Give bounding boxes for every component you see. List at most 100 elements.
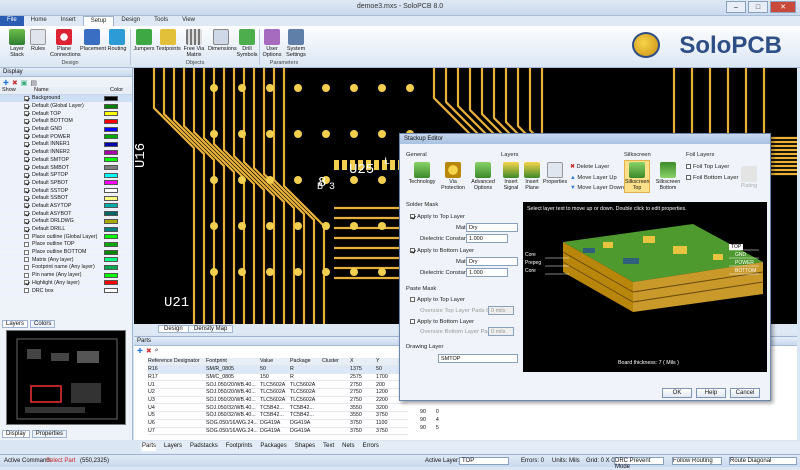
layer-visibility-checkbox[interactable] <box>24 126 29 132</box>
layer-row[interactable]: Default INNER1 <box>0 141 132 149</box>
insert-plane-button[interactable]: Insert Plane <box>523 162 541 191</box>
tab-padstacks[interactable]: Padstacks <box>190 443 218 451</box>
layer-row[interactable]: Background <box>0 95 132 103</box>
ok-button[interactable]: OK <box>662 388 692 398</box>
preview-label-gnd[interactable]: GND <box>735 252 746 258</box>
layer-visibility-checkbox[interactable] <box>24 111 29 117</box>
layer-row[interactable]: Default SPBOT <box>0 180 132 188</box>
options-icon[interactable]: ▤ <box>30 79 37 87</box>
foil-bottom-checkbox[interactable] <box>686 175 691 180</box>
dimensions-button[interactable]: Dimensions <box>208 29 237 52</box>
free-via-matrix-button[interactable]: Free Via Matrix <box>182 29 206 58</box>
stackup-preview[interactable]: Select layer text to move up or down. Do… <box>523 202 767 372</box>
maximize-button[interactable]: □ <box>748 1 768 13</box>
tab-errors[interactable]: Errors <box>362 443 378 451</box>
help-button[interactable]: Help <box>696 388 726 398</box>
layer-row[interactable]: Default SMBOT <box>0 164 132 172</box>
layer-row[interactable]: Default BOTTOM <box>0 118 132 126</box>
move-layer-up-action[interactable]: ▲ Move Layer Up <box>570 175 617 181</box>
insert-signal-button[interactable]: Insert Signal <box>501 162 521 191</box>
tab-tools[interactable]: Tools <box>147 16 175 26</box>
rules-button[interactable]: Rules <box>29 29 47 52</box>
paste-bottom-checkbox[interactable] <box>410 319 415 324</box>
layer-color-swatch[interactable] <box>104 288 118 294</box>
plane-connections-button[interactable]: Plane Connections <box>50 29 81 58</box>
layer-color-swatch[interactable] <box>104 134 118 140</box>
solder-apply-top[interactable]: Apply to Top Layer <box>410 214 465 220</box>
layer-color-swatch[interactable] <box>104 241 118 247</box>
preview-label-left[interactable]: Core <box>525 252 536 258</box>
layer-row[interactable]: Matrix (Any layer) <box>0 256 132 265</box>
tab-text[interactable]: Text <box>323 443 334 451</box>
delete-layer-action[interactable]: ✖ Delete Layer <box>570 164 609 170</box>
tab-properties[interactable]: Properties <box>31 430 68 438</box>
layer-color-swatch[interactable] <box>104 226 118 232</box>
tab-footprints[interactable]: Footprints <box>226 443 253 451</box>
layer-row[interactable]: Default INNER2 <box>0 149 132 157</box>
save-icon[interactable]: ▣ <box>21 79 28 87</box>
foil-top-option[interactable]: Foil Top Layer <box>686 164 729 170</box>
layer-row[interactable]: Default SSBOT <box>0 195 132 203</box>
tab-parts[interactable]: Parts <box>142 443 157 451</box>
layer-color-swatch[interactable] <box>104 172 118 178</box>
via-protection-button[interactable]: Via Protection <box>440 162 466 191</box>
user-options-button[interactable]: User Options <box>261 29 283 58</box>
layer-visibility-checkbox[interactable] <box>24 141 29 147</box>
layer-visibility-checkbox[interactable] <box>24 234 29 240</box>
layer-row[interactable]: Default DRLDWG <box>0 218 132 226</box>
layer-visibility-checkbox[interactable] <box>24 288 29 294</box>
preview-label-left[interactable]: Core <box>525 268 536 274</box>
tab-colors[interactable]: Colors <box>30 320 56 328</box>
move-layer-down-action[interactable]: ▼ Move Layer Down <box>570 185 624 191</box>
properties-button[interactable]: Properties <box>543 162 567 185</box>
plating-button[interactable]: Plating <box>736 166 762 189</box>
layer-visibility-checkbox[interactable] <box>24 103 29 109</box>
tab-packages[interactable]: Packages <box>260 443 286 451</box>
delete-icon[interactable]: ✖ <box>12 79 18 87</box>
layer-visibility-checkbox[interactable] <box>24 95 29 101</box>
advanced-options-button[interactable]: Advanced Options <box>470 162 496 191</box>
board-overview[interactable] <box>6 330 126 425</box>
binoculars-icon[interactable]: ⌕ <box>155 347 159 354</box>
table-row[interactable]: U4 SOJ.050/32/WB.40... TC5B42... TC5B42... 3… <box>148 404 408 413</box>
add-icon[interactable]: ✚ <box>137 347 143 355</box>
layer-visibility-checkbox[interactable] <box>24 180 29 186</box>
layer-row[interactable]: Place outline (Global Layer) <box>0 233 132 242</box>
table-row[interactable]: U3 SOJ.050/20/WB.40... TLC5602A TLC5602A 275… <box>148 397 408 405</box>
paste-apply-top[interactable]: Apply to Top Layer <box>410 297 465 303</box>
tab-density-map[interactable]: Density Map <box>188 325 234 333</box>
oversize-bottom-input[interactable]: 0 mils <box>488 327 514 336</box>
layer-row[interactable]: Place outline BOTTOM <box>0 249 132 257</box>
layer-visibility-checkbox[interactable] <box>24 188 29 194</box>
delete-icon[interactable]: ✖ <box>146 347 152 355</box>
routing-mode-select[interactable]: Follow Routing Mo <box>672 457 722 465</box>
tab-design-view[interactable]: Design <box>158 325 189 333</box>
tab-view[interactable]: View <box>175 16 202 26</box>
layer-color-swatch[interactable] <box>104 111 118 117</box>
tab-display[interactable]: Display <box>2 430 30 438</box>
layer-visibility-checkbox[interactable] <box>24 249 29 255</box>
silkscreen-top-button[interactable]: Silkscreen Top <box>624 160 650 193</box>
tab-nets[interactable]: Nets <box>342 443 354 451</box>
layer-visibility-checkbox[interactable] <box>24 257 29 263</box>
preview-label-left[interactable]: Prepeg <box>525 260 541 266</box>
active-layer-select[interactable]: TOP <box>459 457 509 465</box>
dielectric-top-input[interactable]: 1.000 <box>466 234 508 243</box>
layer-visibility-checkbox[interactable] <box>24 211 29 217</box>
layer-row[interactable]: Footprint name (Any layer) <box>0 264 132 272</box>
foil-bottom-option[interactable]: Foil Bottom Layer <box>686 175 738 181</box>
layer-visibility-checkbox[interactable] <box>24 241 29 247</box>
layer-color-swatch[interactable] <box>104 249 118 255</box>
testpoints-button[interactable]: Testpoints <box>156 29 181 52</box>
layer-visibility-checkbox[interactable] <box>24 272 29 278</box>
layer-color-swatch[interactable] <box>104 188 118 194</box>
layer-row[interactable]: Default ASYBOT <box>0 210 132 218</box>
layer-color-swatch[interactable] <box>104 272 118 278</box>
tab-file[interactable]: File <box>0 16 24 26</box>
layer-color-swatch[interactable] <box>104 203 118 209</box>
layer-row[interactable]: Default DRILL <box>0 226 132 234</box>
layer-visibility-checkbox[interactable] <box>24 172 29 178</box>
layer-row[interactable]: Default POWER <box>0 133 132 142</box>
tab-home[interactable]: Home <box>24 16 54 26</box>
layer-visibility-checkbox[interactable] <box>24 118 29 124</box>
